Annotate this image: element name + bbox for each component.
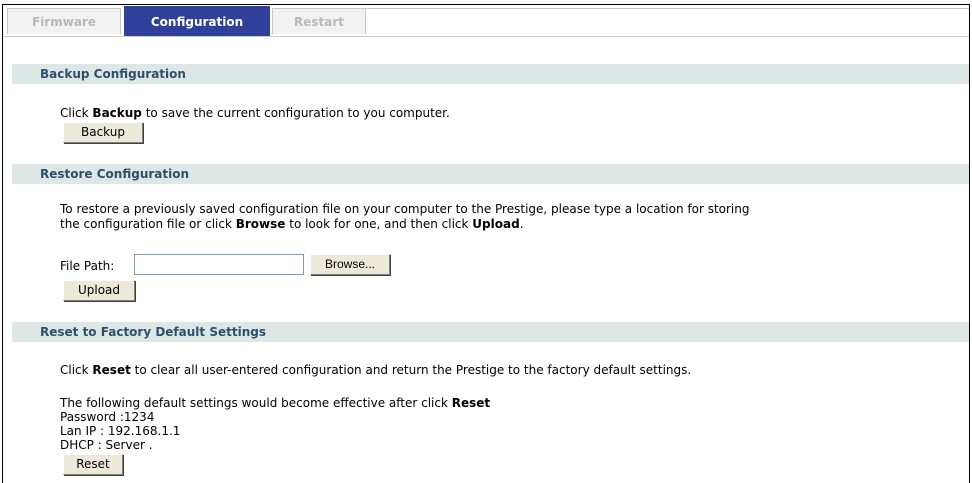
restore-description-line1: To restore a previously saved configurat… (60, 202, 750, 216)
default-dhcp: DHCP : Server . (60, 438, 153, 452)
backup-heading: Backup Configuration (12, 64, 969, 84)
reset-heading: Reset to Factory Default Settings (12, 322, 969, 342)
tab-firmware[interactable]: Firmware (7, 8, 121, 34)
tab-bar-filler (366, 8, 969, 36)
file-path-label: File Path: (60, 259, 115, 273)
reset-description: Click Reset to clear all user-entered co… (60, 363, 692, 377)
main-frame: Firmware Configuration Restart Backup Co… (2, 4, 970, 483)
backup-description: Click Backup to save the current configu… (60, 106, 450, 120)
default-password: Password :1234 (60, 410, 155, 424)
reset-button[interactable]: Reset (63, 454, 123, 475)
tab-bar: Firmware Configuration Restart (3, 5, 969, 37)
backup-button[interactable]: Backup (63, 122, 143, 143)
default-lan-ip: Lan IP : 192.168.1.1 (60, 424, 181, 438)
restore-description-line2: the configuration file or click Browse t… (60, 217, 524, 231)
restore-heading: Restore Configuration (12, 164, 969, 184)
tab-configuration[interactable]: Configuration (124, 6, 270, 36)
file-path-input[interactable] (134, 254, 304, 275)
upload-button[interactable]: Upload (63, 280, 135, 301)
browse-button[interactable]: Browse... (310, 254, 390, 275)
default-settings-intro: The following default settings would bec… (60, 396, 491, 410)
tab-restart[interactable]: Restart (272, 8, 366, 34)
